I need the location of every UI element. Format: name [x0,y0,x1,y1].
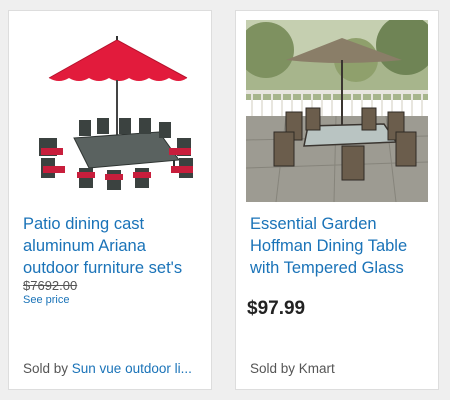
product-card[interactable]: Essential Garden Hoffman Dining Table wi… [235,10,439,390]
product-image[interactable] [19,20,201,202]
product-price: $97.99 [247,298,306,319]
sold-by-label: Sold by [23,361,72,376]
product-title[interactable]: Patio dining cast aluminum Ariana outdoo… [23,213,205,279]
product-image[interactable] [246,20,428,202]
original-price: $7692.00 [23,278,78,293]
seller-name[interactable]: Kmart [299,361,335,376]
sold-by-label: Sold by [250,361,299,376]
patio-set-illustration [19,20,201,202]
product-title[interactable]: Essential Garden Hoffman Dining Table wi… [250,213,432,279]
see-price-link[interactable]: See price [23,294,69,306]
seller-link[interactable]: Sun vue outdoor li... [72,361,192,376]
product-card[interactable]: Patio dining cast aluminum Ariana outdoo… [8,10,212,390]
seller-info: Sold by Kmart [250,361,432,376]
patio-dining-photo [246,20,428,202]
seller-info: Sold by Sun vue outdoor li... [23,361,205,376]
